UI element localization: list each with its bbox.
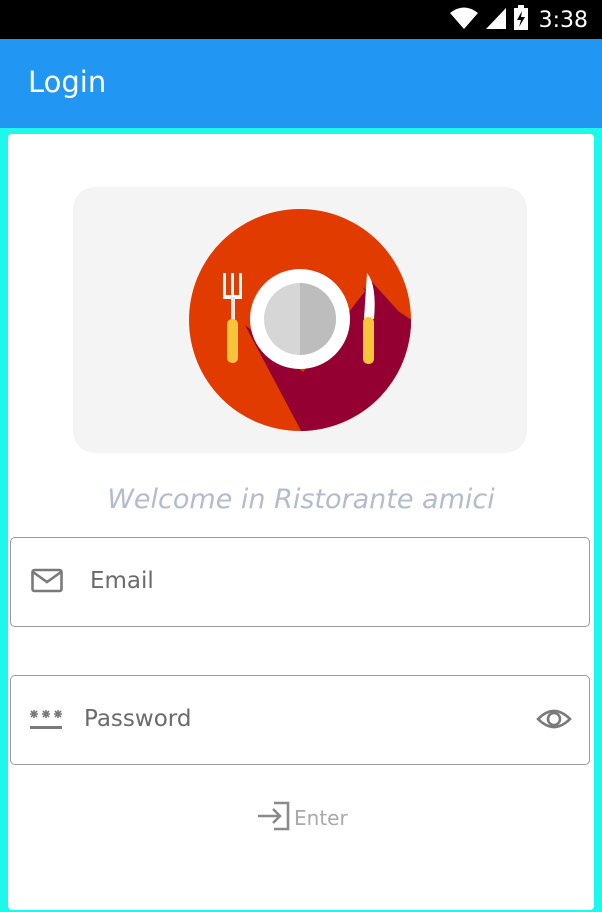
enter-label: Enter <box>294 806 348 830</box>
password-field[interactable]: Password <box>10 675 590 765</box>
status-icons: 3:38 <box>449 4 588 36</box>
wifi-icon <box>449 6 479 35</box>
email-placeholder: Email <box>90 568 154 594</box>
cell-signal-icon <box>485 6 507 35</box>
email-field[interactable]: Email <box>10 537 590 627</box>
welcome-text: Welcome in Ristorante amici <box>107 484 495 515</box>
password-icon <box>29 708 63 737</box>
enter-button[interactable]: Enter <box>256 800 348 836</box>
status-time: 3:38 <box>538 7 588 33</box>
eye-icon[interactable] <box>536 706 572 737</box>
plate-cutlery-logo <box>187 207 413 438</box>
app-bar: Login <box>0 39 602 128</box>
login-arrow-icon <box>256 801 292 836</box>
battery-charging-icon <box>513 4 529 36</box>
mail-icon <box>31 568 63 599</box>
status-bar: 3:38 <box>0 0 602 39</box>
page-title: Login <box>28 65 107 99</box>
password-placeholder: Password <box>84 706 192 732</box>
